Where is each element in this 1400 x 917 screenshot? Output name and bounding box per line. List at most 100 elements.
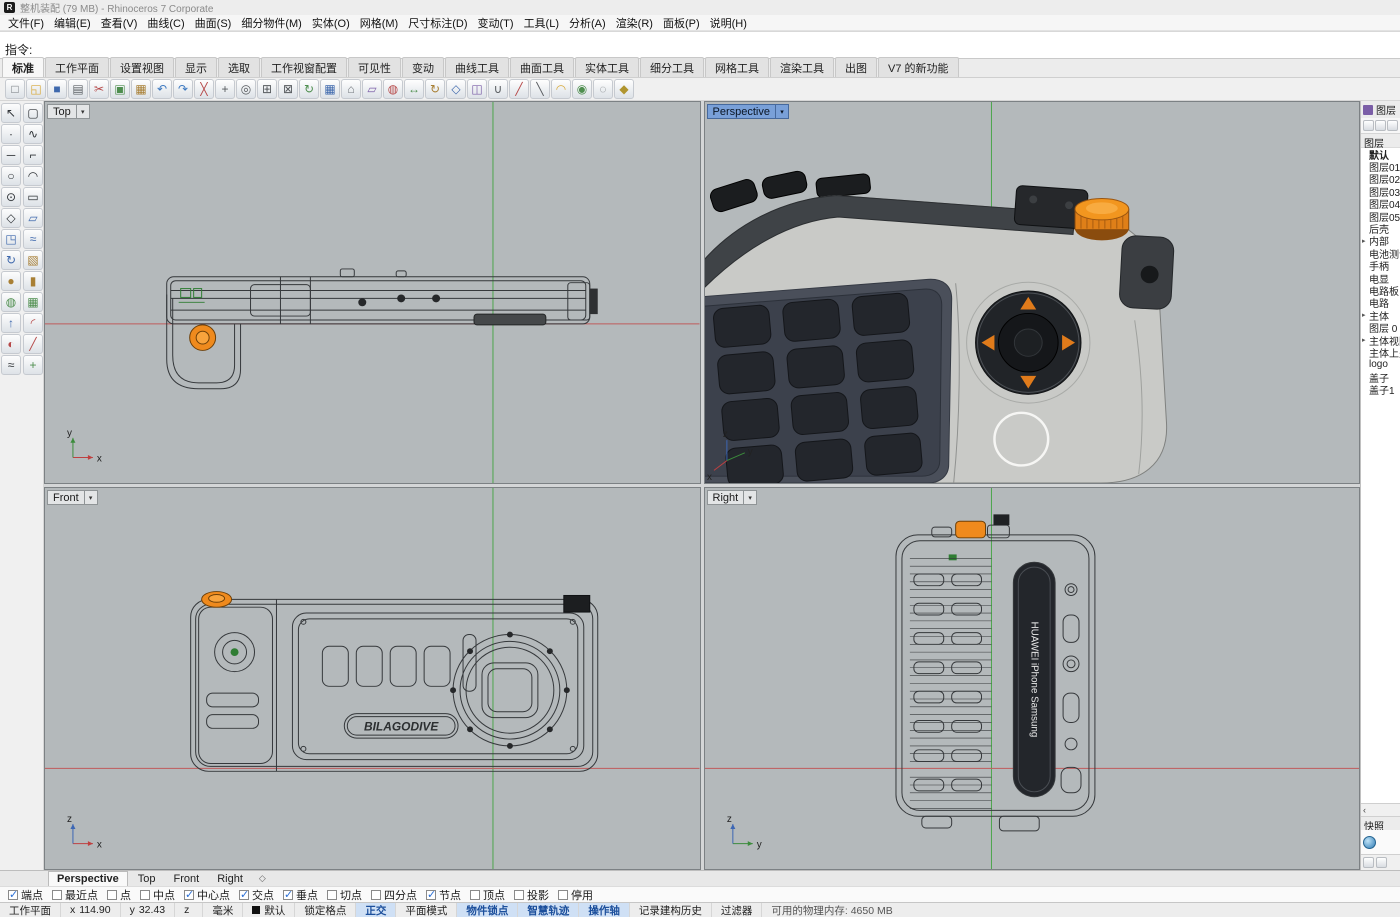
cut-icon[interactable]: ✂ bbox=[89, 79, 109, 99]
menu-item[interactable]: 面板(P) bbox=[658, 14, 705, 32]
pan-view-icon[interactable]: + bbox=[215, 79, 235, 99]
status-toggle[interactable]: 过滤器 bbox=[712, 903, 763, 917]
osnap-toggle[interactable]: 四分点 bbox=[371, 887, 417, 903]
menu-item[interactable]: 说明(H) bbox=[705, 14, 752, 32]
layer-expander-icon[interactable] bbox=[1362, 336, 1369, 344]
undo-view-icon[interactable]: ⌂ bbox=[341, 79, 361, 99]
viewport-top-label[interactable]: Top bbox=[47, 104, 77, 119]
trim-curve-icon[interactable]: ╱ bbox=[23, 334, 43, 354]
checkbox-icon[interactable] bbox=[558, 890, 568, 900]
osnap-toggle[interactable]: 投影 bbox=[514, 887, 549, 903]
cplane-button[interactable]: 工作平面 bbox=[0, 903, 61, 917]
ribbon-tab[interactable]: 出图 bbox=[835, 57, 877, 77]
snapshots-header[interactable]: 快照 bbox=[1361, 816, 1400, 830]
ribbon-tab[interactable]: 工作视窗配置 bbox=[261, 57, 347, 77]
ribbon-tab[interactable]: 显示 bbox=[175, 57, 217, 77]
layers-panel-tab[interactable]: 图层 bbox=[1361, 101, 1400, 118]
menu-item[interactable]: 尺寸标注(D) bbox=[403, 14, 472, 32]
undo-icon[interactable]: ↶ bbox=[152, 79, 172, 99]
open-file-icon[interactable]: ◱ bbox=[26, 79, 46, 99]
checkbox-icon[interactable] bbox=[514, 890, 524, 900]
viewport-perspective[interactable]: z y x Perspective bbox=[704, 101, 1361, 484]
ellipse-icon[interactable]: ⊙ bbox=[1, 187, 21, 207]
object-snap-icon[interactable]: ◍ bbox=[383, 79, 403, 99]
viewport-tab[interactable]: Perspective bbox=[48, 871, 128, 886]
checkbox-icon[interactable] bbox=[107, 890, 117, 900]
new-viewport-tab-icon[interactable] bbox=[253, 873, 272, 884]
curve-icon[interactable]: ∿ bbox=[23, 124, 43, 144]
command-history[interactable] bbox=[0, 31, 1400, 40]
chevron-down-icon[interactable] bbox=[85, 490, 98, 505]
select-icon[interactable]: ↖ bbox=[1, 103, 21, 123]
ribbon-tab[interactable]: 细分工具 bbox=[640, 57, 704, 77]
viewport-front-label[interactable]: Front bbox=[47, 490, 85, 505]
copy-icon[interactable]: ▣ bbox=[110, 79, 130, 99]
save-snapshot-icon[interactable] bbox=[1363, 857, 1374, 868]
menu-item[interactable]: 编辑(E) bbox=[49, 14, 96, 32]
menu-item[interactable]: 网格(M) bbox=[355, 14, 404, 32]
status-toggle[interactable]: 物件锁点 bbox=[457, 903, 518, 917]
join-icon[interactable]: ∪ bbox=[488, 79, 508, 99]
right-view-canvas[interactable]: HUAWEI iPhone Samsung z bbox=[705, 488, 1360, 869]
rotate-icon[interactable]: ↻ bbox=[425, 79, 445, 99]
chevron-down-icon[interactable] bbox=[744, 490, 757, 505]
menu-item[interactable]: 细分物件(M) bbox=[236, 14, 307, 32]
menu-item[interactable]: 实体(O) bbox=[307, 14, 355, 32]
ribbon-tab[interactable]: 选取 bbox=[218, 57, 260, 77]
menu-item[interactable]: 渲染(R) bbox=[611, 14, 658, 32]
osnap-toggle[interactable]: 垂点 bbox=[283, 887, 318, 903]
menu-item[interactable]: 文件(F) bbox=[3, 14, 49, 32]
ribbon-tab[interactable]: 标准 bbox=[2, 57, 44, 77]
front-view-canvas[interactable]: BILAGODIVE bbox=[45, 488, 700, 869]
menu-item[interactable]: 曲面(S) bbox=[190, 14, 237, 32]
fillet-edge-icon[interactable]: ◜ bbox=[23, 313, 43, 333]
sweep-icon[interactable]: ≈ bbox=[23, 229, 43, 249]
viewport-tab[interactable]: Top bbox=[130, 873, 164, 885]
sphere-icon[interactable]: ● bbox=[1, 271, 21, 291]
layer-expander-icon[interactable] bbox=[1362, 237, 1369, 245]
ribbon-tab[interactable]: 变动 bbox=[402, 57, 444, 77]
checkbox-icon[interactable] bbox=[470, 890, 480, 900]
checkbox-icon[interactable] bbox=[184, 890, 194, 900]
ribbon-tab[interactable]: V7 的新功能 bbox=[878, 57, 959, 77]
boolean-icon[interactable]: ◐ bbox=[1, 334, 21, 354]
scale-icon[interactable]: ◇ bbox=[446, 79, 466, 99]
ribbon-tab[interactable]: 工作平面 bbox=[45, 57, 109, 77]
rotate-view-icon[interactable]: ↻ bbox=[299, 79, 319, 99]
viewport-right-label[interactable]: Right bbox=[707, 490, 745, 505]
layer-row[interactable]: 主体上盖 bbox=[1361, 346, 1400, 358]
viewport-front[interactable]: BILAGODIVE bbox=[44, 487, 701, 870]
ribbon-tab[interactable]: 设置视图 bbox=[110, 57, 174, 77]
perspective-view-canvas[interactable]: z y x bbox=[705, 102, 1360, 483]
checkbox-icon[interactable] bbox=[140, 890, 150, 900]
chevron-down-icon[interactable] bbox=[776, 104, 789, 119]
osnap-toggle[interactable]: 中点 bbox=[140, 887, 175, 903]
new-layer-icon[interactable] bbox=[1363, 120, 1374, 131]
box-icon[interactable]: ▧ bbox=[23, 250, 43, 270]
revolve-icon[interactable]: ↻ bbox=[1, 250, 21, 270]
checkbox-icon[interactable] bbox=[283, 890, 293, 900]
polyline-icon[interactable]: ⌐ bbox=[23, 145, 43, 165]
mirror-icon[interactable]: ◫ bbox=[467, 79, 487, 99]
checkbox-icon[interactable] bbox=[52, 890, 62, 900]
menu-item[interactable]: 工具(L) bbox=[519, 14, 564, 32]
osnap-toggle[interactable]: 交点 bbox=[239, 887, 274, 903]
checkbox-icon[interactable] bbox=[371, 890, 381, 900]
four-viewports-icon[interactable]: ▦ bbox=[320, 79, 340, 99]
osnap-toggle[interactable]: 停用 bbox=[558, 887, 593, 903]
ribbon-tab[interactable]: 渲染工具 bbox=[770, 57, 834, 77]
lock-icon[interactable]: ◆ bbox=[614, 79, 634, 99]
offset-icon[interactable]: ≈ bbox=[1, 355, 21, 375]
line-icon[interactable]: ─ bbox=[1, 145, 21, 165]
osnap-toggle[interactable]: 切点 bbox=[327, 887, 362, 903]
checkbox-icon[interactable] bbox=[426, 890, 436, 900]
redo-icon[interactable]: ↷ bbox=[173, 79, 193, 99]
layer-list-hscrollbar[interactable] bbox=[1361, 803, 1400, 816]
layer-filter-icon[interactable] bbox=[1387, 120, 1398, 131]
cplane-icon[interactable]: ▱ bbox=[362, 79, 382, 99]
print-icon[interactable]: ▤ bbox=[68, 79, 88, 99]
osnap-toggle[interactable]: 顶点 bbox=[470, 887, 505, 903]
osnap-toggle[interactable]: 中心点 bbox=[184, 887, 230, 903]
paste-icon[interactable]: ▦ bbox=[131, 79, 151, 99]
snapshot-options-icon[interactable] bbox=[1376, 857, 1387, 868]
